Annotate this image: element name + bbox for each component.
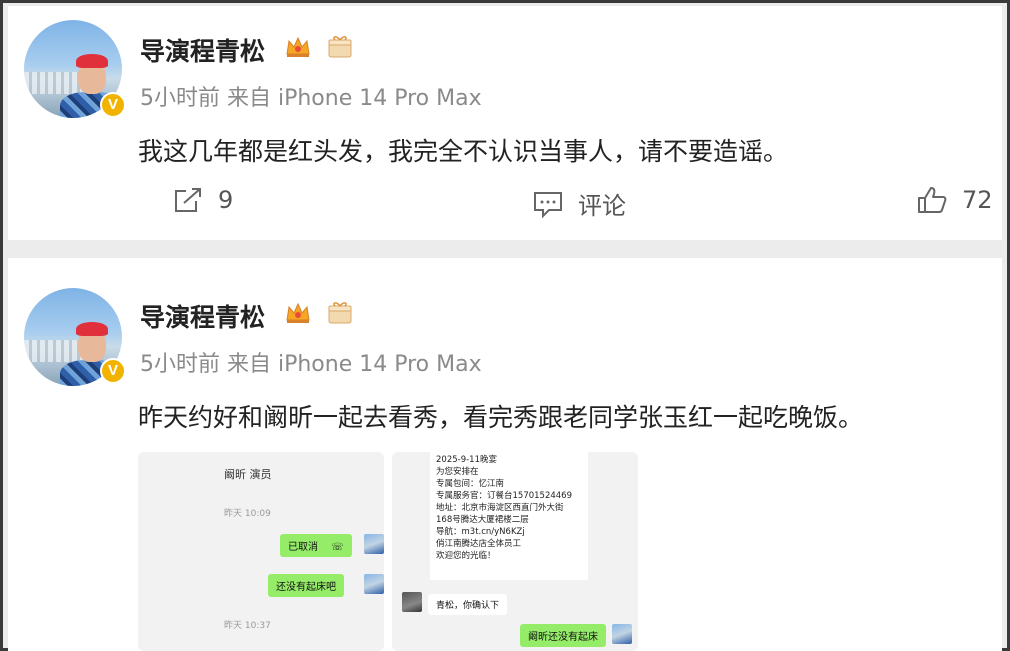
repost-count: 9 [218, 186, 234, 214]
chat-bubble-text: 已取消 [288, 542, 318, 553]
post-meta: 5小时前 来自 iPhone 14 Pro Max [140, 352, 482, 377]
like-icon [918, 187, 947, 213]
gift-badge-icon[interactable] [326, 300, 354, 326]
card-line: 导航：m3t.cn/yN6KZj [436, 527, 525, 537]
username[interactable]: 导演程青松 [140, 298, 265, 334]
card-line: 168号腾达大厦裙楼二层 [436, 515, 529, 525]
verified-badge-icon: V [100, 92, 126, 118]
comment-button[interactable]: 评论 [532, 186, 626, 221]
post-image-chat-1[interactable]: 阚昕 演员 昨天 10:09 已取消 ☏ 还没有起床吧 昨天 10:37 [138, 452, 384, 651]
action-bar: 9 评论 72 [8, 186, 1002, 226]
avatar-red-hair [76, 54, 108, 68]
chat-avatar [364, 534, 384, 554]
like-count: 72 [962, 186, 993, 214]
crown-badge-icon[interactable] [284, 300, 312, 326]
card-line: 专属包间：忆江南 [436, 479, 505, 489]
avatar-red-hair [76, 322, 108, 336]
repost-icon [175, 188, 201, 212]
avatar-background [24, 340, 84, 362]
card-line: 地址：北京市海淀区西直门外大街 [436, 503, 564, 513]
phone-icon: ☏ [331, 542, 344, 553]
post-meta: 5小时前 来自 iPhone 14 Pro Max [140, 86, 482, 111]
chat-avatar [364, 574, 384, 594]
comment-label: 评论 [578, 192, 626, 220]
chat-title: 阚昕 演员 [224, 468, 272, 481]
weibo-post: V 导演程青松 5小时前 来自 iPhone 14 Pro Max 我这几年都是… [8, 6, 1002, 240]
card-line: 欢迎您的光临！ [436, 551, 496, 561]
verified-badge-icon: V [100, 358, 126, 384]
like-button[interactable]: 72 [916, 186, 993, 214]
chat-avatar [612, 624, 632, 644]
avatar-background [24, 72, 84, 94]
chat-bubble: 阚昕还没有起床 [520, 624, 606, 647]
post-images: 阚昕 演员 昨天 10:09 已取消 ☏ 还没有起床吧 昨天 10:37 202… [138, 452, 638, 651]
reservation-card: 2025-9-11晚宴 为您安排在 专属包间：忆江南 专属服务官：订餐台1570… [430, 452, 588, 580]
chat-bubble: 还没有起床吧 [268, 574, 344, 597]
repost-button[interactable]: 9 [172, 186, 233, 214]
card-line: 2025-9-11晚宴 [436, 455, 497, 465]
weibo-post: V 导演程青松 5小时前 来自 iPhone 14 Pro Max 昨天约好和阚… [8, 258, 1002, 651]
chat-bubble: 青松，你确认下 [428, 594, 508, 615]
gift-badge-icon[interactable] [326, 34, 354, 60]
chat-avatar [402, 592, 422, 612]
card-line: 专属服务官：订餐台15701524469 [436, 491, 572, 501]
post-text: 我这几年都是红头发，我完全不认识当事人，请不要造谣。 [138, 137, 789, 166]
card-line: 为您安排在 [436, 467, 479, 477]
post-image-chat-2[interactable]: 2025-9-11晚宴 为您安排在 专属包间：忆江南 专属服务官：订餐台1570… [392, 452, 638, 651]
comment-icon [534, 191, 562, 218]
post-text: 昨天约好和阚昕一起去看秀，看完秀跟老同学张玉红一起吃晚饭。 [138, 403, 864, 432]
chat-bubble: 已取消 ☏ [280, 534, 352, 557]
chat-timestamp: 昨天 10:09 [224, 509, 271, 519]
crown-badge-icon[interactable] [284, 34, 312, 60]
card-line: 俏江南腾达店全体员工 [436, 539, 522, 549]
username[interactable]: 导演程青松 [140, 32, 265, 68]
chat-timestamp: 昨天 10:37 [224, 621, 271, 631]
